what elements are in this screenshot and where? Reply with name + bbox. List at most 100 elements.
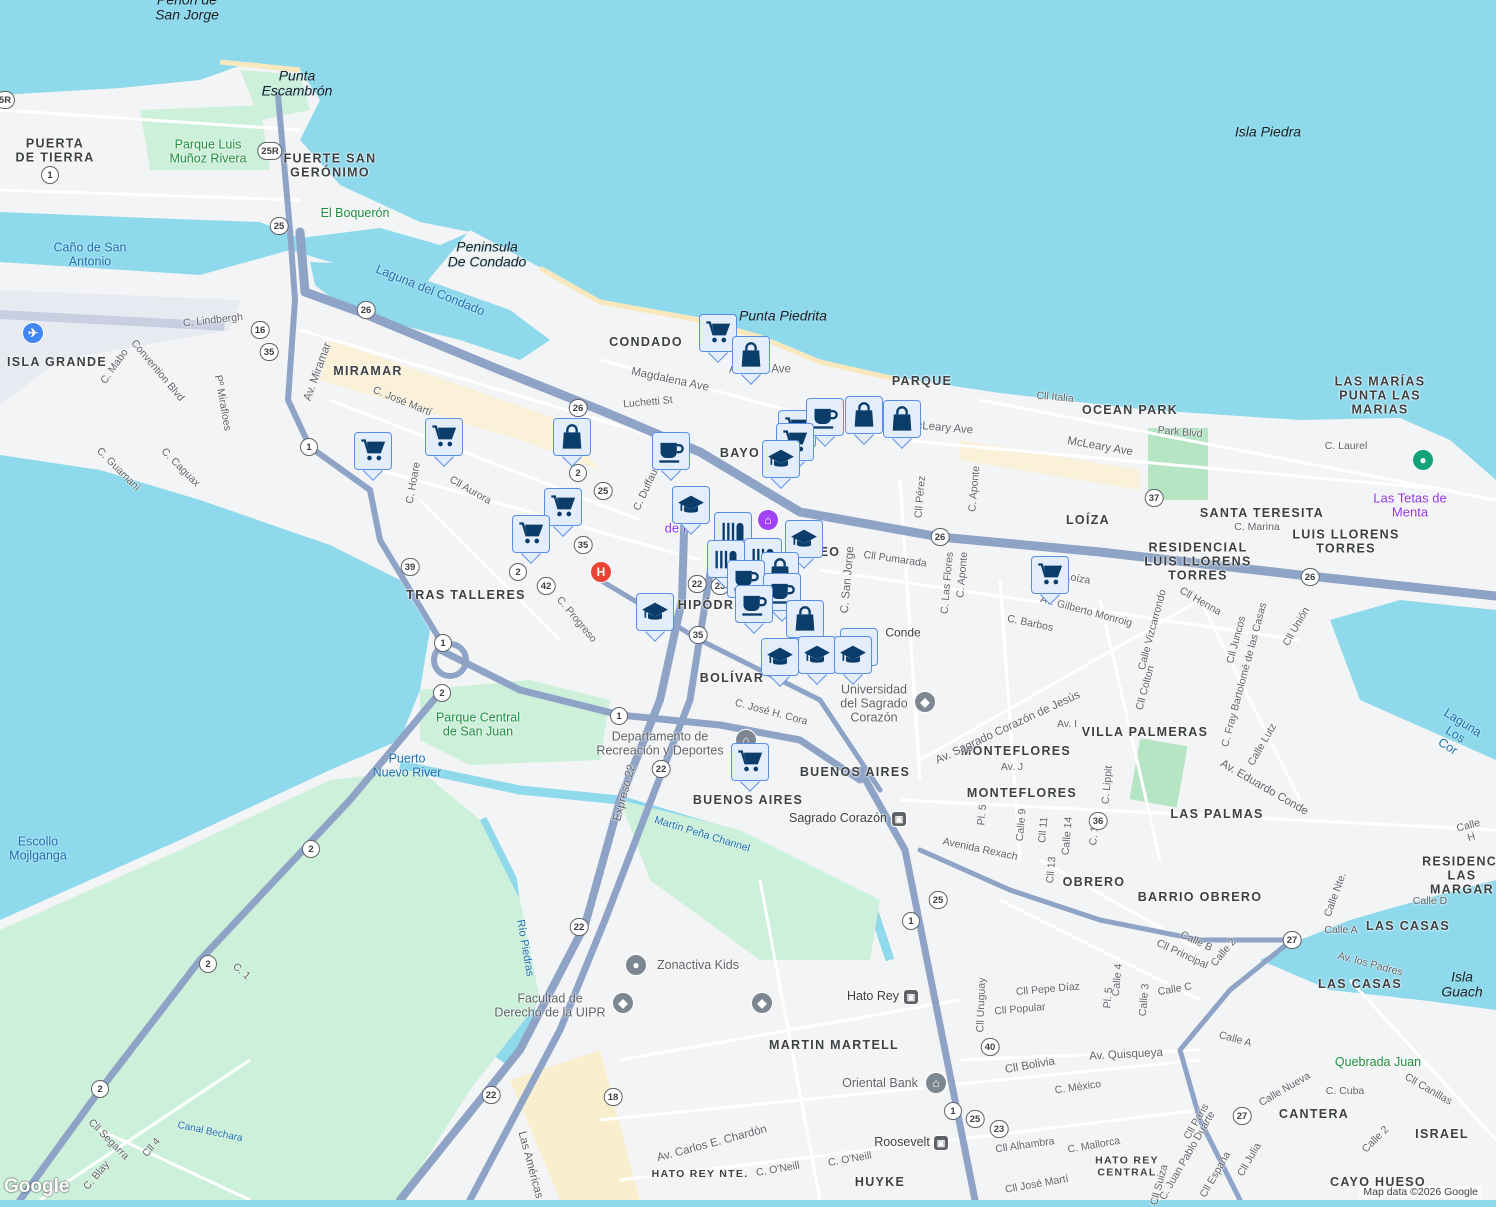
label-sagrado-corazon-station[interactable]: Sagrado Corazón xyxy=(789,812,887,826)
graduation-cap-marker[interactable] xyxy=(798,636,836,682)
street-label: Calle D xyxy=(1413,896,1447,908)
bank-icon[interactable]: ⌂ xyxy=(925,1072,947,1094)
label-parque-luis-munoz-rivera: Parque Luis Muñoz Rivera xyxy=(169,138,246,166)
route-shield: 1 xyxy=(944,1102,962,1120)
shopping-bag-marker[interactable] xyxy=(553,418,591,464)
label-las-tetas-de-menta: Las Tetas de Menta xyxy=(1367,492,1453,521)
graduation-cap-marker[interactable] xyxy=(636,593,674,639)
coffee-cup-marker[interactable] xyxy=(735,585,773,631)
street-label: Cll Uruguay xyxy=(975,977,988,1032)
street-label: C. Marina xyxy=(1234,522,1280,534)
label-villa-palmeras: VILLA PALMERAS xyxy=(1082,726,1209,740)
street-label: Pl. 5 xyxy=(1102,987,1115,1009)
label-santa-teresita: SANTA TERESITA xyxy=(1200,507,1324,521)
route-shield: 1 xyxy=(300,438,318,456)
label-tras-talleres: TRAS TALLERES xyxy=(406,589,525,603)
graduation-cap-marker[interactable] xyxy=(762,440,800,486)
train-station-icon[interactable]: ▣ xyxy=(903,989,919,1005)
label-hato-rey-station[interactable]: Hato Rey xyxy=(847,990,899,1004)
street-label: Conde xyxy=(885,626,920,639)
shopping-bag-marker[interactable] xyxy=(883,400,921,446)
route-shield: 40 xyxy=(981,1038,1000,1056)
label-bayola: BAYO xyxy=(720,447,760,461)
shopping-bag-icon xyxy=(850,401,878,429)
label-universidad-sagrado-corazon[interactable]: Universidad del Sagrado Corazón xyxy=(840,683,907,724)
shopping-bag-icon xyxy=(737,341,765,369)
route-shield: 39 xyxy=(401,558,420,576)
hospital-icon[interactable]: H xyxy=(590,561,612,583)
graduation-cap-marker[interactable] xyxy=(761,638,799,684)
shopping-cart-icon xyxy=(1036,561,1064,589)
shopping-cart-marker[interactable] xyxy=(425,418,463,464)
route-shield: 35 xyxy=(689,626,708,644)
shopping-cart-icon xyxy=(359,437,387,465)
label-facultad-derecho-uipr[interactable]: Facultad de Derecho de la UIPR xyxy=(494,992,605,1020)
graduation-cap-icon xyxy=(839,641,867,669)
label-parque-central[interactable]: Parque Central de San Juan xyxy=(436,711,520,739)
label-las-marias: LAS MARÍAS PUNTA LAS MARIAS xyxy=(1335,375,1426,416)
park-pin-icon[interactable]: ● xyxy=(1412,449,1434,471)
shopping-bag-marker[interactable] xyxy=(732,336,770,382)
shopping-cart-icon xyxy=(704,319,732,347)
shopping-cart-marker[interactable] xyxy=(512,515,550,561)
coffee-cup-marker[interactable] xyxy=(652,432,690,478)
route-shield: 35 xyxy=(574,536,593,554)
label-zonactiva-kids[interactable]: Zonactiva Kids xyxy=(657,959,739,973)
route-shield: 42 xyxy=(537,577,556,595)
route-shield: 25 xyxy=(929,891,948,909)
google-logo: Google xyxy=(4,1176,69,1198)
shopping-cart-marker[interactable] xyxy=(354,432,392,478)
label-martin-martell: MARTIN MARTELL xyxy=(769,1039,899,1053)
route-shield: 2 xyxy=(199,955,217,973)
route-shield: 22 xyxy=(482,1086,501,1104)
museum-icon[interactable]: ⌂ xyxy=(757,509,779,531)
shopping-bag-icon xyxy=(888,405,916,433)
label-oriental-bank[interactable]: Oriental Bank xyxy=(842,1077,918,1091)
label-punta-piedrita: Punta Piedrita xyxy=(739,308,827,323)
airport-icon[interactable]: ✈ xyxy=(22,322,44,344)
graduation-cap-icon xyxy=(790,525,818,553)
route-shield: 37 xyxy=(1145,489,1164,507)
label-roosevelt-station[interactable]: Roosevelt xyxy=(874,1136,930,1150)
label-huyke: HUYKE xyxy=(855,1176,905,1190)
shopping-cart-marker[interactable] xyxy=(731,743,769,789)
train-station-icon[interactable]: ▣ xyxy=(891,811,907,827)
label-cantera: CANTERA xyxy=(1279,1108,1349,1122)
label-departamento-recreacion-deportes[interactable]: Departamento de Recreación y Deportes xyxy=(596,730,723,758)
route-shield: 1 xyxy=(434,634,452,652)
graduation-cap-icon xyxy=(766,643,794,671)
map-attribution[interactable]: Map data ©2026 Google xyxy=(1359,1186,1482,1198)
street-label: Calle A xyxy=(1324,925,1357,937)
train-station-icon[interactable]: ▣ xyxy=(933,1135,949,1151)
label-residencial-las-margaritas: RESIDENCI LAS MARGAR xyxy=(1422,855,1496,896)
university-icon[interactable]: ◆ xyxy=(914,691,936,713)
street-label: Cll 11 xyxy=(1037,817,1051,844)
label-cano-de-san-antonio: Caño de San Antonio xyxy=(54,241,127,269)
label-parque: PARQUE xyxy=(892,375,952,389)
graduation-cap-icon xyxy=(803,641,831,669)
label-isla-piedra: Isla Piedra xyxy=(1235,124,1301,139)
route-shield: 25R xyxy=(257,142,282,160)
route-shield: 26 xyxy=(1301,568,1320,586)
label-puerta-de-tierra: PUERTA DE TIERRA xyxy=(15,137,94,165)
graduation-cap-marker[interactable] xyxy=(672,486,710,532)
shopping-bag-icon xyxy=(791,605,819,633)
university-icon[interactable]: ◆ xyxy=(751,992,773,1014)
place-pin-icon[interactable]: ● xyxy=(625,954,647,976)
graduation-cap-marker[interactable] xyxy=(834,636,872,682)
label-las-casas: LAS CASAS xyxy=(1318,978,1402,992)
label-condado: CONDADO xyxy=(609,336,683,350)
university-icon[interactable]: ◆ xyxy=(612,992,634,1014)
label-luis-llorens-torres: LUIS LLORENS TORRES xyxy=(1292,528,1399,556)
label-las-casas: LAS CASAS xyxy=(1366,920,1450,934)
street-label: C. Laurel xyxy=(1325,441,1368,453)
coffee-cup-icon xyxy=(657,437,685,465)
route-shield: 22 xyxy=(652,760,671,778)
label-obrero: OBRERO xyxy=(1063,876,1126,890)
shopping-cart-icon xyxy=(517,520,545,548)
graduation-cap-icon xyxy=(677,491,705,519)
shopping-cart-marker[interactable] xyxy=(1031,556,1069,602)
route-shield: 2 xyxy=(433,684,451,702)
street-label: Av. I xyxy=(1057,719,1077,731)
shopping-bag-marker[interactable] xyxy=(845,396,883,442)
